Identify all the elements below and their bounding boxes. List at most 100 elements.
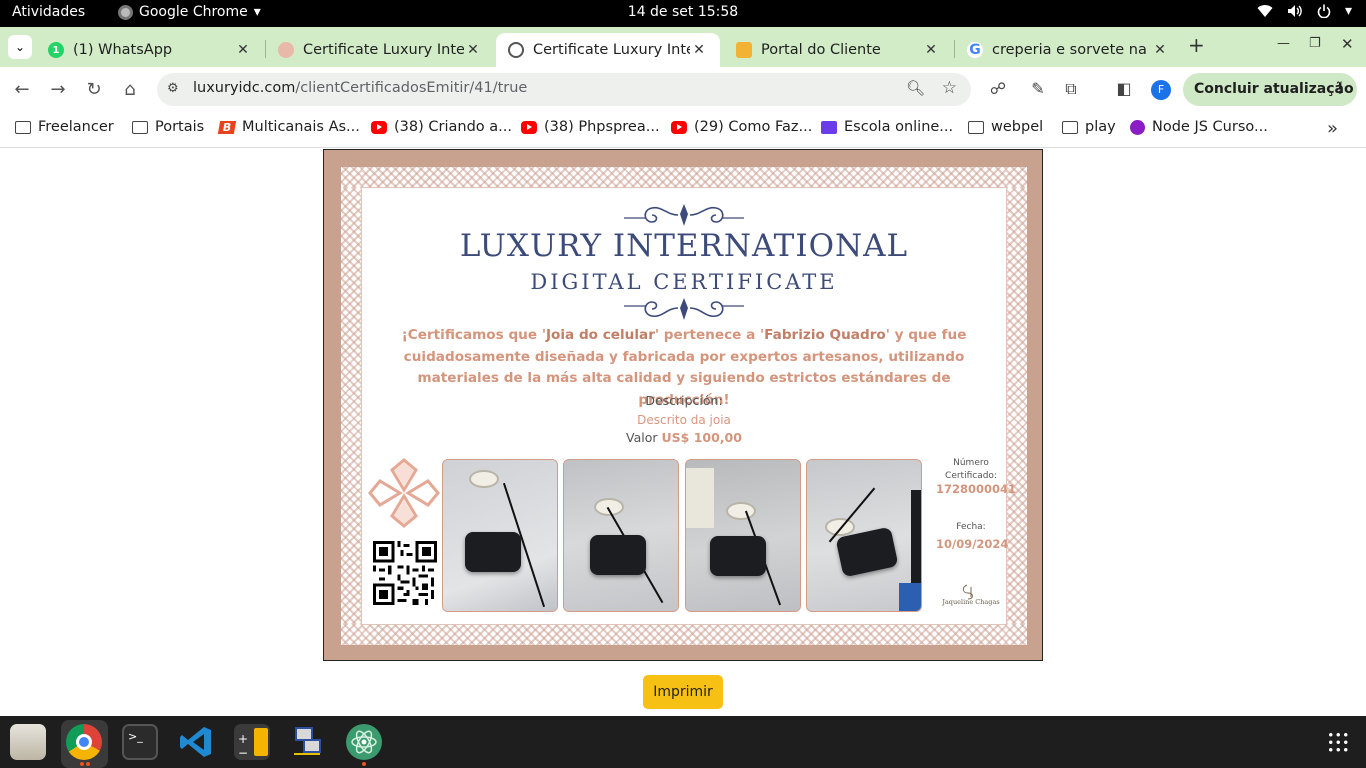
chrome-app-icon[interactable] — [66, 724, 102, 760]
desk-grommet — [726, 502, 756, 520]
chevron-down-icon: ▾ — [253, 4, 261, 20]
activities-button[interactable]: Atividades — [12, 4, 85, 20]
bookmark-label: Node JS Curso... — [1152, 119, 1268, 135]
chrome-center — [76, 734, 92, 750]
certificate-date: Fecha: 10/09/2024 — [936, 521, 1008, 551]
running-indicator — [362, 762, 366, 766]
node-icon — [1130, 119, 1145, 135]
product-name: Joia do celular — [545, 327, 655, 343]
side-panel-icon[interactable]: ◧ — [1113, 79, 1135, 98]
page-content: LUXURY INTERNATIONAL DIGITAL CERTIFICATE… — [0, 149, 1366, 716]
bookmark-label: (38) Phpsprea... — [544, 119, 660, 135]
menu-dots-icon[interactable]: ⋮ — [1333, 73, 1347, 106]
atom-icon — [351, 730, 377, 754]
book-stack — [686, 468, 714, 528]
bookmark-webpel[interactable]: webpel — [968, 119, 1043, 135]
bookmark-escola[interactable]: Escola online... — [821, 119, 953, 135]
atom-app-icon[interactable] — [346, 724, 382, 760]
chrome-icon — [118, 4, 133, 20]
system-tray[interactable]: ▾ — [1257, 3, 1352, 19]
bookmark-star-icon[interactable]: ☆ — [942, 78, 957, 98]
files-app-icon[interactable] — [10, 724, 46, 760]
tab-google-search[interactable]: G creperia e sorvete na c ✕ — [955, 33, 1181, 67]
bookmark-multicanais[interactable]: B Multicanais As... — [217, 119, 360, 135]
new-tab-button[interactable]: + — [1188, 33, 1205, 57]
youtube-icon — [521, 120, 537, 134]
bookmark-node[interactable]: Node JS Curso... — [1130, 119, 1268, 135]
qr-code — [373, 541, 437, 605]
certificate-frame: LUXURY INTERNATIONAL DIGITAL CERTIFICATE… — [323, 149, 1043, 661]
tab-title: (1) WhatsApp — [73, 42, 173, 58]
globe-icon — [508, 42, 524, 58]
folder-icon — [132, 120, 148, 134]
update-button[interactable]: Concluir atualização ⋮ — [1183, 73, 1357, 106]
close-icon[interactable]: ✕ — [234, 42, 252, 58]
bookmark-freelancer[interactable]: Freelancer — [15, 119, 114, 135]
site-info-icon[interactable]: ⚙ — [167, 81, 179, 96]
bling-icon: B — [217, 120, 237, 134]
eyedropper-extension-icon[interactable]: ✎ — [1027, 79, 1049, 98]
extension-icon[interactable]: ☍ — [987, 79, 1009, 98]
bookmark-youtube-3[interactable]: (29) Como Faz... — [671, 119, 812, 135]
close-icon[interactable]: ✕ — [1151, 42, 1169, 58]
tab-certificate-1[interactable]: Certificate Luxury Inte ✕ — [266, 33, 494, 67]
tab-title: Certificate Luxury Inte — [533, 42, 690, 58]
calculator-symbols: + − — [238, 732, 249, 760]
tab-portal-cliente[interactable]: Portal do Cliente ✕ — [724, 33, 952, 67]
value-label: Valor — [626, 430, 658, 445]
bookmark-portais[interactable]: Portais — [132, 119, 204, 135]
calculator-key — [254, 728, 268, 756]
certificate: LUXURY INTERNATIONAL DIGITAL CERTIFICATE… — [361, 187, 1016, 625]
bookmarks-overflow-icon[interactable]: » — [1327, 118, 1338, 139]
system-top-bar: Atividades Google Chrome ▾ 14 de set 15:… — [0, 0, 1366, 27]
tab-whatsapp[interactable]: 1 (1) WhatsApp ✕ — [36, 33, 264, 67]
address-bar[interactable]: ⚙ luxuryidc.com/clientCertificadosEmitir… — [157, 73, 971, 106]
reload-button[interactable]: ↻ — [82, 79, 106, 100]
extensions-puzzle-icon[interactable]: ⧉ — [1060, 79, 1082, 99]
bookmark-youtube-1[interactable]: (38) Criando a... — [371, 119, 512, 135]
back-button[interactable]: ← — [10, 79, 34, 100]
zoom-icon[interactable]: 🔍︎ — [906, 79, 925, 97]
home-button[interactable]: ⌂ — [118, 79, 142, 100]
forward-button[interactable]: → — [46, 79, 70, 100]
close-icon[interactable]: ✕ — [690, 42, 708, 58]
vscode-icon — [180, 727, 211, 757]
tab-certificate-active[interactable]: Certificate Luxury Inte ✕ — [496, 33, 720, 67]
wifi-icon — [1257, 5, 1273, 18]
update-button-label: Concluir atualização — [1194, 81, 1354, 97]
profile-avatar[interactable]: F — [1151, 80, 1171, 100]
close-window-button[interactable]: ✕ — [1341, 35, 1354, 53]
network-app-icon[interactable] — [290, 724, 326, 760]
vscode-app-icon[interactable] — [178, 724, 214, 760]
print-button[interactable]: Imprimir — [643, 675, 723, 709]
bookmark-youtube-2[interactable]: (38) Phpsprea... — [521, 119, 660, 135]
running-indicator — [86, 762, 90, 766]
close-icon[interactable]: ✕ — [922, 42, 940, 58]
tab-title: creperia e sorvete na c — [992, 42, 1151, 58]
running-indicator — [80, 762, 84, 766]
statement-part: ' pertenece a ' — [654, 327, 765, 343]
close-icon[interactable]: ✕ — [464, 42, 482, 58]
youtube-icon — [671, 120, 687, 134]
volume-icon — [1287, 5, 1302, 17]
network-icon — [294, 727, 321, 755]
diamond-logo-icon — [368, 458, 440, 528]
folder-icon — [968, 120, 984, 134]
desk-grommet — [469, 470, 499, 488]
bookmark-label: Freelancer — [38, 119, 114, 135]
show-apps-grid-icon[interactable] — [1327, 731, 1349, 753]
minimize-button[interactable]: — — [1277, 36, 1290, 51]
url-text[interactable]: luxuryidc.com/clientCertificadosEmitir/4… — [193, 80, 527, 96]
bookmark-play[interactable]: play — [1062, 119, 1116, 135]
tab-search-button[interactable]: ⌄ — [8, 35, 32, 59]
bookmark-label: Portais — [155, 119, 205, 135]
app-menu[interactable]: Google Chrome ▾ — [118, 4, 261, 20]
url-host: luxuryidc.com — [193, 80, 296, 96]
calculator-app-icon[interactable]: + − — [234, 724, 270, 760]
bookmark-label: Multicanais As... — [242, 119, 360, 135]
terminal-app-icon[interactable]: >_ — [122, 724, 158, 760]
date-label: Fecha: — [956, 522, 986, 532]
monitor-edge — [911, 490, 921, 585]
chevron-down-icon: ▾ — [1344, 3, 1352, 19]
maximize-button[interactable]: ❐ — [1309, 36, 1321, 51]
